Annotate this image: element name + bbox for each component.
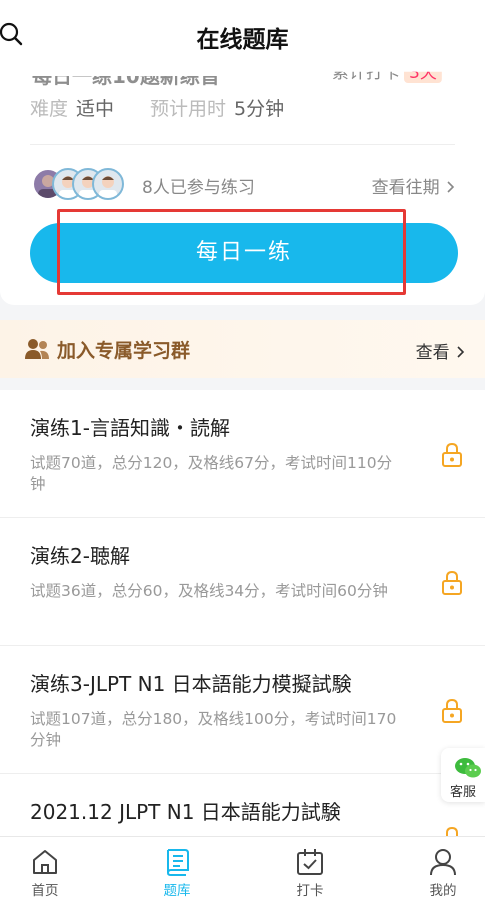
service-label: 客服 bbox=[449, 785, 476, 800]
time-value: 5分钟 bbox=[234, 98, 285, 120]
tab-label: 首页 bbox=[31, 883, 59, 899]
group-view-link[interactable]: 查看 bbox=[416, 338, 465, 363]
bottom-tab-bar: 首页 题库 打卡 我的 bbox=[0, 836, 485, 903]
lock-icon bbox=[442, 698, 462, 723]
tab-check-in[interactable]: 打卡 bbox=[265, 837, 355, 903]
profile-icon bbox=[430, 849, 456, 876]
avatar bbox=[92, 168, 124, 200]
customer-service-button[interactable]: 客服 bbox=[441, 748, 485, 802]
exercise-name: 演练3-JLPT N1 日本語能力模擬試験 bbox=[30, 672, 352, 696]
divider bbox=[30, 144, 455, 145]
exercise-name: 演练1-言語知識・読解 bbox=[30, 416, 230, 440]
exercise-item[interactable]: 演练2-聴解 试题36道，总分60，及格线34分，考试时间60分钟 bbox=[0, 518, 485, 646]
lock-icon bbox=[442, 570, 462, 595]
check-in-icon bbox=[297, 849, 323, 875]
page-title: 在线题库 bbox=[196, 27, 289, 53]
tab-label: 我的 bbox=[429, 883, 457, 899]
exercise-list: 演练1-言語知識・読解 试题70道，总分120，及格线67分，考试时间110分钟… bbox=[0, 390, 485, 836]
tab-label: 题库 bbox=[163, 883, 191, 899]
tab-profile[interactable]: 我的 bbox=[398, 837, 485, 903]
tab-home[interactable]: 首页 bbox=[0, 837, 90, 903]
streak-count: 3天 bbox=[404, 71, 442, 83]
question-bank-icon bbox=[166, 849, 189, 876]
group-label: 加入专属学习群 bbox=[57, 340, 191, 362]
lock-icon bbox=[442, 442, 462, 467]
tab-label: 打卡 bbox=[296, 883, 324, 899]
exercise-item[interactable]: 演练3-JLPT N1 日本語能力模擬試験 试题107道，总分180，及格线10… bbox=[0, 646, 485, 774]
group-icon bbox=[25, 339, 49, 359]
exercise-name: 演练2-聴解 bbox=[30, 544, 130, 568]
difficulty-label: 难度 bbox=[30, 98, 69, 120]
view-history-label: 查看往期 bbox=[371, 178, 440, 198]
exercise-name: 2021.12 JLPT N1 日本語能力試験 bbox=[30, 800, 341, 824]
tab-question-bank[interactable]: 题库 bbox=[132, 837, 222, 903]
home-icon bbox=[33, 850, 57, 874]
app-header: 在线题库 bbox=[0, 0, 485, 66]
group-view-label: 查看 bbox=[415, 343, 450, 363]
participants-count: 8人已参与练习 bbox=[142, 178, 255, 198]
difficulty-value: 适中 bbox=[76, 98, 115, 120]
chevron-right-icon bbox=[457, 346, 465, 358]
chevron-right-icon bbox=[447, 181, 455, 193]
view-history-link[interactable]: 查看往期 bbox=[372, 173, 455, 198]
time-label: 预计用时 bbox=[150, 98, 227, 120]
exercise-item[interactable]: 2021.12 JLPT N1 日本語能力試験 bbox=[0, 774, 485, 836]
exercise-desc: 试题36道，总分60，及格线34分，考试时间60分钟 bbox=[30, 582, 388, 600]
practice-meta: 难度 适中 预计用时 5分钟 bbox=[30, 94, 320, 121]
participant-avatars bbox=[32, 168, 132, 202]
exercise-desc: 试题107道，总分180，及格线100分，考试时间170分钟 bbox=[30, 710, 397, 749]
streak-label: 累计打卡 bbox=[332, 63, 400, 83]
exercise-item[interactable]: 演练1-言語知識・読解 试题70道，总分120，及格线67分，考试时间110分钟 bbox=[0, 390, 485, 518]
lock-icon bbox=[446, 826, 458, 836]
join-study-group-bar[interactable]: 加入专属学习群 查看 bbox=[0, 320, 485, 378]
highlight-box bbox=[57, 209, 406, 295]
exercise-desc: 试题70道，总分120，及格线67分，考试时间110分钟 bbox=[30, 454, 393, 493]
wechat-icon bbox=[455, 758, 481, 778]
